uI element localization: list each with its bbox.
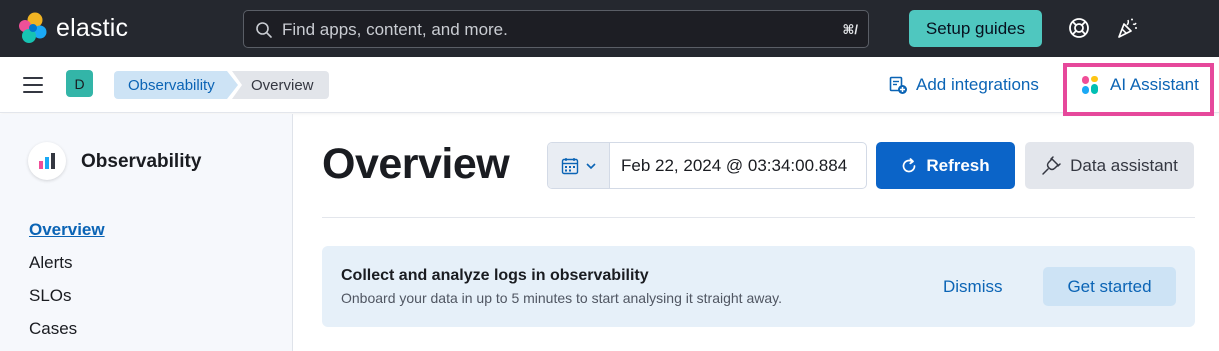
observability-icon: [39, 153, 55, 169]
page-header-bar: D Observability Overview Add integration…: [0, 57, 1219, 113]
data-assistant-label: Data assistant: [1070, 155, 1178, 175]
global-header: elastic Find apps, content, and more. ⌘/…: [0, 0, 1219, 57]
plug-icon: [1042, 155, 1061, 175]
breadcrumb-overview: Overview: [232, 71, 329, 99]
data-assistant-button[interactable]: Data assistant: [1025, 142, 1194, 189]
newsfeed-icon[interactable]: [1115, 16, 1139, 40]
calendar-icon: [561, 157, 578, 174]
side-nav: Observability Overview Alerts SLOs Cases: [0, 114, 293, 351]
help-icon[interactable]: [1068, 17, 1090, 39]
dismiss-button[interactable]: Dismiss: [943, 277, 1003, 297]
date-picker[interactable]: Feb 22, 2024 @ 03:34:00.884: [547, 142, 867, 189]
setup-guides-button[interactable]: Setup guides: [909, 10, 1042, 47]
page-title: Overview: [322, 140, 510, 188]
add-integrations-label: Add integrations: [916, 75, 1039, 94]
sidebar-item-slos[interactable]: SLOs: [29, 285, 105, 318]
refresh-label: Refresh: [926, 155, 990, 175]
global-search-input[interactable]: Find apps, content, and more. ⌘/: [243, 10, 869, 48]
add-integration-icon: [889, 76, 907, 94]
search-icon: [256, 22, 272, 38]
sidebar-item-alerts[interactable]: Alerts: [29, 252, 105, 285]
callout-description: Onboard your data in up to 5 minutes to …: [341, 290, 782, 306]
breadcrumb-observability[interactable]: Observability: [114, 71, 238, 99]
chevron-down-icon: [585, 162, 596, 169]
header-divider: [322, 217, 1195, 218]
search-placeholder: Find apps, content, and more.: [282, 20, 508, 39]
logs-onboarding-callout: Collect and analyze logs in observabilit…: [322, 246, 1195, 327]
highlight-box: [1063, 63, 1214, 116]
brand-name: elastic: [56, 13, 129, 42]
quick-select-button[interactable]: [548, 143, 610, 188]
elastic-logo[interactable]: elastic: [18, 12, 128, 44]
date-value[interactable]: Feb 22, 2024 @ 03:34:00.884: [610, 156, 847, 176]
space-avatar[interactable]: D: [66, 70, 93, 97]
add-integrations-button[interactable]: Add integrations: [888, 73, 1039, 97]
callout-title: Collect and analyze logs in observabilit…: [341, 267, 649, 284]
search-shortcut: ⌘/: [842, 22, 858, 37]
menu-toggle-icon[interactable]: [23, 77, 43, 93]
elastic-logo-icon: [18, 12, 48, 44]
refresh-icon: [903, 157, 916, 172]
get-started-button[interactable]: Get started: [1043, 267, 1176, 306]
sidebar-item-overview[interactable]: Overview: [29, 219, 105, 252]
observability-logo: [28, 142, 66, 180]
sidebar-item-cases[interactable]: Cases: [29, 318, 105, 351]
sidebar-title: Observability: [81, 151, 202, 172]
refresh-button[interactable]: Refresh: [876, 142, 1015, 189]
